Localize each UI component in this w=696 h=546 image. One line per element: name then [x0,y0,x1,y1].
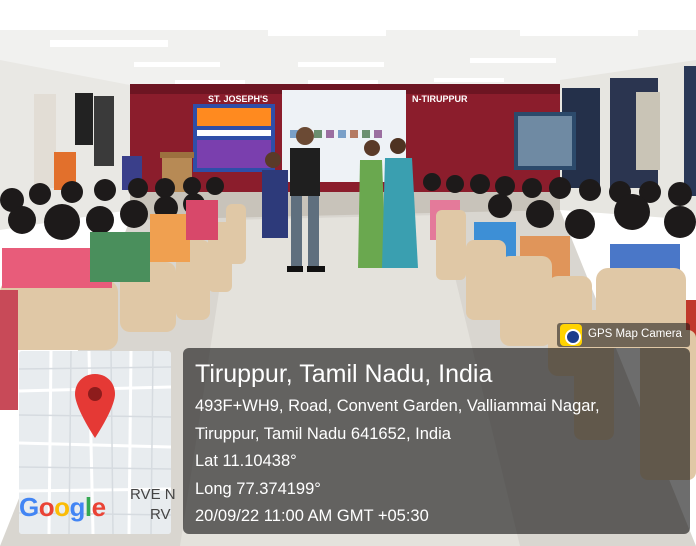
google-logo-letter: o [38,492,55,522]
google-logo-letter: g [69,492,86,522]
latitude-readout: Lat 11.10438° [195,452,297,470]
address-line-1: 493F+WH9, Road, Convent Garden, Valliamm… [195,397,600,415]
timestamp-readout: 20/09/22 11:00 AM GMT +05:30 [195,507,429,525]
location-title: Tiruppur, Tamil Nadu, India [195,360,493,388]
map-street-label-1: RVE N [130,486,176,503]
google-logo-letter: G [19,492,39,522]
map-pin-icon [75,374,115,438]
map-street-label-2: RV [150,506,171,523]
gps-badge-label: GPS Map Camera [588,328,682,340]
gps-camera-icon [560,324,582,346]
google-logo-letter: l [84,492,92,522]
banner-left-text: ST. JOSEPH'S [208,94,269,104]
banner-right-text: N-TIRUPPUR [412,94,468,104]
address-line-2: Tiruppur, Tamil Nadu 641652, India [195,425,451,443]
google-logo-letter: o [54,492,70,522]
google-logo-text: Google [19,492,106,523]
longitude-readout: Long 77.374199° [195,480,321,498]
google-logo-letter: e [91,492,106,522]
google-logo: Google [19,492,106,523]
